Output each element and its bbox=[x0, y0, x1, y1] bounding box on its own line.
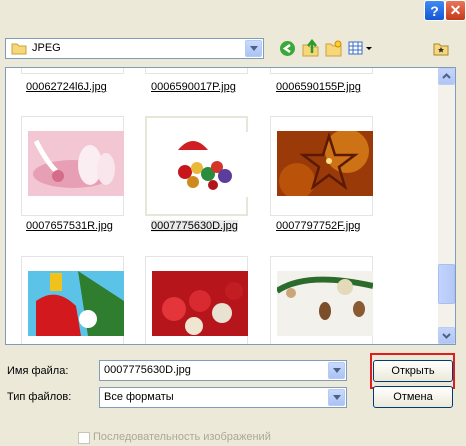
file-name[interactable]: 0006590155P.jpg bbox=[276, 81, 361, 93]
chevron-down-icon bbox=[332, 395, 341, 400]
thumbnail-image-ornaments bbox=[153, 132, 249, 197]
file-name-selected[interactable]: 0007775630D.jpg bbox=[151, 220, 238, 232]
cancel-button-label: Отмена bbox=[393, 391, 433, 403]
thumbnail-image-bunnies bbox=[28, 131, 124, 196]
help-icon: ? bbox=[430, 2, 439, 19]
help-button[interactable]: ? bbox=[424, 0, 445, 21]
file-thumbnail[interactable] bbox=[145, 68, 248, 74]
file-thumbnail[interactable] bbox=[270, 68, 373, 74]
file-thumbnail[interactable] bbox=[21, 116, 124, 216]
file-thumbnail[interactable] bbox=[21, 256, 124, 344]
file-thumbnail[interactable] bbox=[270, 116, 373, 216]
chevron-up-icon bbox=[442, 73, 451, 79]
open-button-label: Открыть bbox=[391, 365, 435, 377]
scroll-thumb[interactable] bbox=[438, 264, 455, 304]
file-name[interactable]: 0007797752F.jpg bbox=[276, 220, 360, 232]
scroll-down-button[interactable] bbox=[438, 327, 455, 344]
close-button[interactable]: ✕ bbox=[445, 0, 466, 21]
views-menu-icon[interactable] bbox=[348, 41, 374, 56]
filename-value: 0007775630D.jpg bbox=[104, 364, 191, 376]
look-in-combo[interactable]: JPEG bbox=[5, 38, 264, 59]
file-thumbnail[interactable] bbox=[145, 256, 248, 344]
new-folder-icon[interactable] bbox=[325, 40, 343, 57]
file-name[interactable]: 0007657531R.jpg bbox=[26, 220, 113, 232]
scroll-up-button[interactable] bbox=[438, 68, 455, 85]
sequence-checkbox[interactable] bbox=[78, 432, 90, 444]
chevron-down-icon bbox=[332, 368, 341, 373]
filetype-value: Все форматы bbox=[104, 391, 174, 403]
file-list-view[interactable]: 00062724l6J.jpg 0006590017P.jpg 00065901… bbox=[5, 67, 456, 345]
filetype-dropdown-button[interactable] bbox=[328, 389, 345, 406]
file-thumbnail-selected[interactable] bbox=[145, 116, 249, 216]
look-in-value: JPEG bbox=[32, 42, 61, 54]
file-name[interactable]: 0006590017P.jpg bbox=[151, 81, 236, 93]
file-thumbnail[interactable] bbox=[21, 68, 124, 74]
cancel-button[interactable]: Отмена bbox=[373, 386, 453, 408]
filename-dropdown-button[interactable] bbox=[328, 362, 345, 379]
vertical-scrollbar[interactable] bbox=[438, 68, 455, 344]
thumbnail-image-pine-cones bbox=[277, 271, 373, 336]
file-name[interactable]: 00062724l6J.jpg bbox=[26, 81, 107, 93]
thumbnail-image-red-baubles bbox=[152, 271, 248, 336]
filetype-select[interactable]: Все форматы bbox=[99, 387, 347, 408]
file-thumbnail[interactable] bbox=[270, 256, 373, 344]
back-icon[interactable] bbox=[279, 40, 296, 57]
filename-input[interactable]: 0007775630D.jpg bbox=[99, 360, 347, 381]
chevron-down-icon bbox=[442, 333, 451, 339]
chevron-down-icon bbox=[249, 46, 258, 51]
thumbnail-image-star bbox=[277, 131, 373, 196]
sequence-label: Последовательность изображений bbox=[93, 431, 271, 443]
folder-icon bbox=[11, 43, 27, 55]
up-folder-icon[interactable] bbox=[302, 39, 320, 57]
close-icon: ✕ bbox=[449, 2, 462, 18]
open-button[interactable]: Открыть bbox=[373, 360, 453, 382]
filename-label: Имя файла: bbox=[7, 365, 69, 377]
favorites-icon[interactable] bbox=[433, 40, 449, 56]
look-in-dropdown-button[interactable] bbox=[245, 40, 262, 57]
filetype-label: Тип файлов: bbox=[7, 391, 72, 403]
thumbnail-image-gift bbox=[28, 271, 124, 336]
